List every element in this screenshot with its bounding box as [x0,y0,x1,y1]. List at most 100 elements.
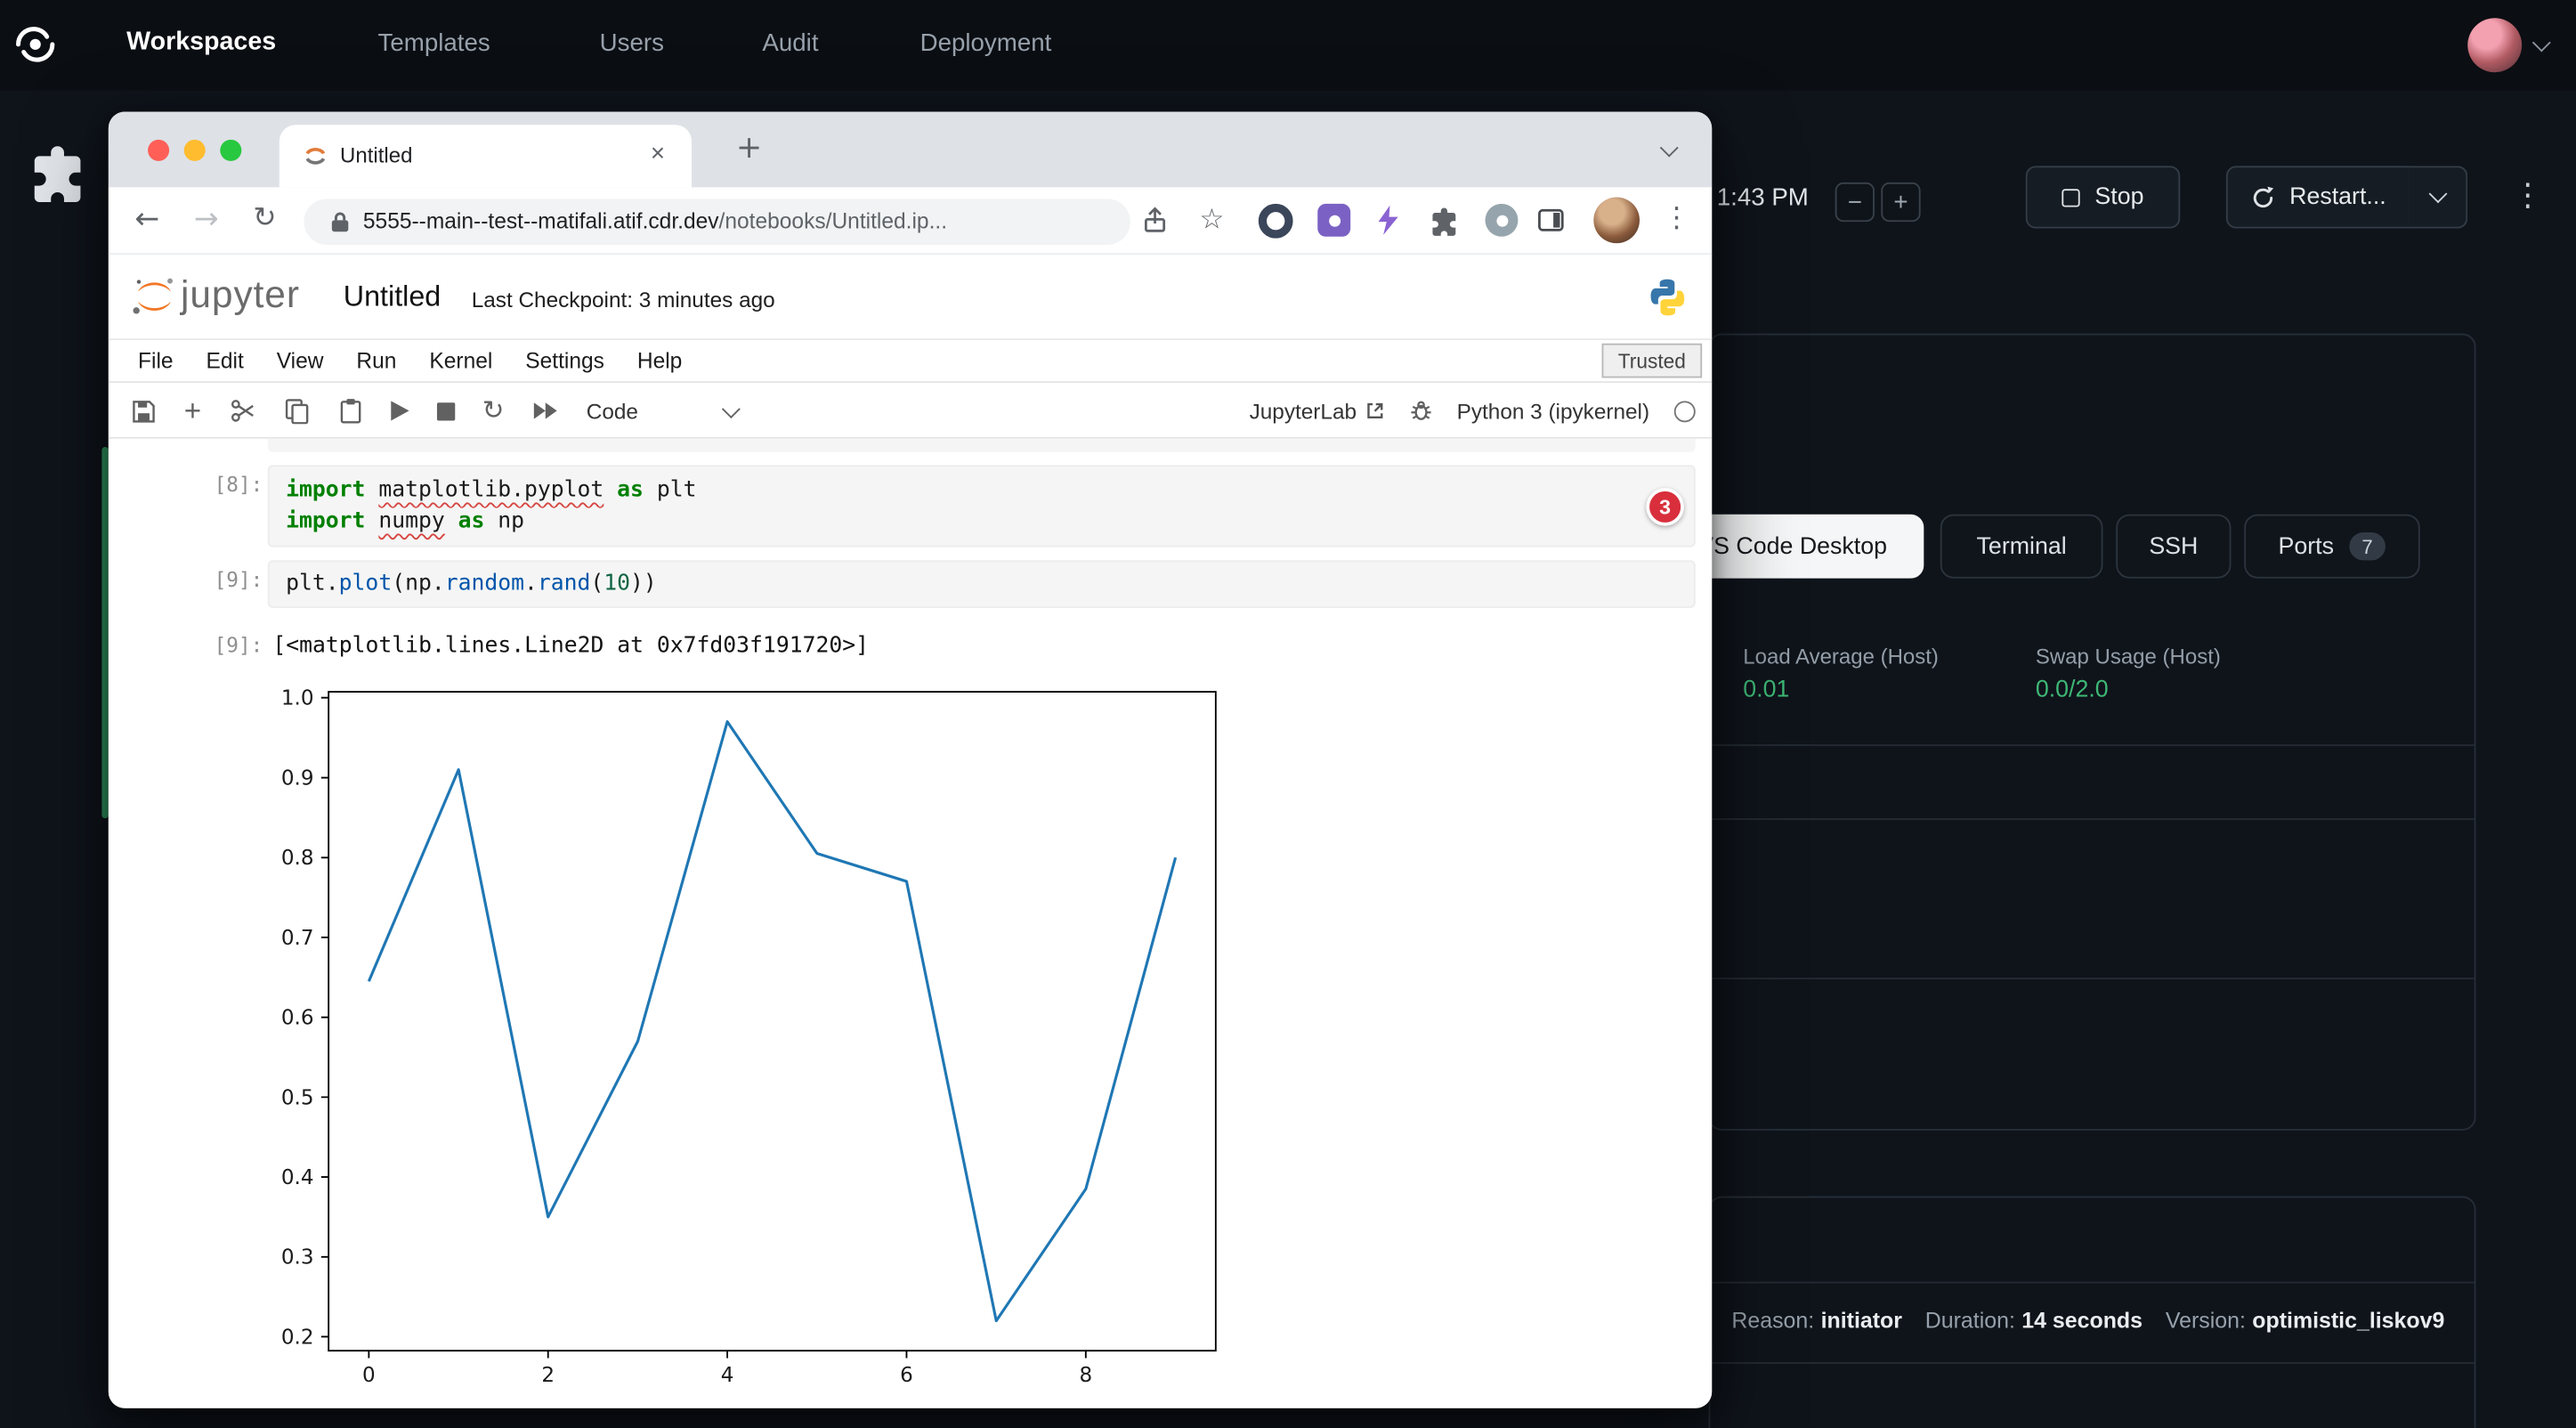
partial-cell-above [268,439,1696,452]
kernel-status-icon[interactable] [1674,400,1696,421]
minimize-window-button[interactable] [184,140,206,161]
debugger-icon[interactable] [1409,400,1432,423]
workspace-panel: VS Code Desktop Terminal SSH Ports 7 Loa… [1709,334,2476,1131]
tab-search-chevron-icon[interactable] [1660,139,1679,158]
cell-type-value: Code [587,399,638,424]
puzzle-app-icon[interactable] [29,144,85,212]
cell-type-select[interactable]: Code [587,399,738,424]
menu-view[interactable]: View [277,348,324,373]
new-tab-icon[interactable]: + [736,130,762,166]
ports-count-badge: 7 [2349,532,2386,560]
jupyter-logo [132,274,178,319]
extension-icon[interactable] [1486,204,1519,237]
coder-top-nav: Workspaces Templates Users Audit Deploym… [0,0,2576,91]
stop-label: Stop [2094,184,2143,211]
browser-address-bar: ← → ↻ 5555--main--test--matifali.atif.cd… [109,187,1712,255]
restart-options-button[interactable] [2409,166,2467,228]
terminal-label: Terminal [1977,533,2067,560]
extension-glyph [1328,215,1340,226]
nav-item-users[interactable]: Users [600,29,664,57]
swap-usage-label: Swap Usage (Host) [2036,645,2221,669]
clock-text: 1:43 PM [1717,184,1809,212]
insert-cell-button[interactable]: + [184,394,201,428]
stop-workspace-button[interactable]: Stop [2026,166,2180,228]
open-in-jupyterlab-link[interactable]: JupyterLab [1250,399,1385,424]
swap-usage-value: 0.0/2.0 [2036,677,2109,703]
ports-button[interactable]: Ports 7 [2244,515,2419,579]
svg-text:0.4: 0.4 [281,1166,314,1189]
save-button[interactable] [132,399,157,424]
user-menu-chevron-icon[interactable] [2532,34,2551,53]
panel-divider [1710,1282,2474,1284]
svg-text:0.5: 0.5 [281,1086,314,1109]
password-manager-extension-icon[interactable] [1259,204,1293,239]
build-meta-row[interactable]: Reason:initiatorDuration:14 secondsVersi… [1731,1308,2467,1333]
sidebar-toggle-icon[interactable] [1538,208,1565,231]
build-duration-label: Duration: [1925,1308,2015,1333]
kernel-name[interactable]: Python 3 (ipykernel) [1457,399,1649,424]
panel-divider [1710,744,2474,746]
nav-item-audit[interactable]: Audit [762,29,818,57]
cut-cell-button[interactable] [230,398,256,425]
extension-icon[interactable] [1317,204,1350,237]
menu-help[interactable]: Help [637,348,682,373]
checkpoint-text: Last Checkpoint: 3 minutes ago [472,288,775,312]
browser-profile-avatar[interactable] [1593,197,1640,243]
notebook-title[interactable]: Untitled [344,280,441,314]
jupyter-toolbar: + ↻ Code [109,383,1712,439]
code-cell-imports[interactable]: import matplotlib.pyplot as pltimport nu… [268,465,1696,547]
menu-run[interactable]: Run [356,348,396,373]
workspace-more-menu[interactable]: ⋮ [2512,181,2543,212]
back-icon[interactable]: ← [134,202,159,237]
reload-icon[interactable]: ↻ [253,202,276,235]
menu-file[interactable]: File [138,348,174,373]
svg-text:0.6: 0.6 [281,1007,314,1030]
svg-text:6: 6 [900,1364,913,1387]
copy-cell-button[interactable] [283,398,310,425]
extension-glyph [1496,215,1508,226]
bookmark-star-icon[interactable]: ☆ [1199,204,1224,237]
forward-icon[interactable]: → [194,202,219,237]
restart-workspace-button[interactable]: Restart... [2226,166,2410,228]
restart-run-all-button[interactable] [532,401,559,420]
nav-item-workspaces[interactable]: Workspaces [126,28,276,57]
build-reason-label: Reason: [1731,1308,1814,1333]
lightning-extension-icon[interactable] [1377,206,1400,235]
menu-kernel[interactable]: Kernel [429,348,492,373]
menu-settings[interactable]: Settings [525,348,604,373]
code-cell-plot[interactable]: plt.plot(np.random.rand(10)) [268,560,1696,608]
jupyter-wordmark: jupyter [181,272,300,317]
collaborator-badge[interactable]: 3 [1646,488,1683,525]
browser-window: Untitled × + ← → ↻ 5555--main--test--mat… [109,112,1712,1408]
paste-cell-button[interactable] [337,398,362,425]
trusted-button[interactable]: Trusted [1602,344,1703,378]
nav-item-templates[interactable]: Templates [378,29,490,57]
url-bar[interactable]: 5555--main--test--matifali.atif.cdr.dev/… [304,198,1130,244]
ssh-button[interactable]: SSH [2116,515,2231,579]
terminal-button[interactable]: Terminal [1940,515,2103,579]
matplotlib-figure-svg: 024680.20.30.40.50.60.70.80.91.0 [239,680,1291,1408]
panel-divider [1710,1362,2474,1364]
maximize-window-button[interactable] [220,140,241,161]
share-icon[interactable] [1144,207,1167,234]
user-avatar[interactable] [2467,18,2522,72]
nav-item-deployment[interactable]: Deployment [920,29,1052,57]
load-average-value: 0.01 [1743,677,1789,703]
build-version-value: optimistic_liskov9 [2252,1308,2444,1333]
interrupt-kernel-button[interactable] [436,402,454,419]
build-version-label: Version: [2166,1308,2246,1333]
zoom-in-button[interactable]: + [1881,183,1920,222]
browser-tab[interactable]: Untitled × [279,125,692,187]
restart-icon [2250,185,2275,210]
coder-logo-icon[interactable] [13,23,58,74]
jupyter-favicon [303,143,329,170]
tab-close-icon[interactable]: × [651,140,665,167]
menu-edit[interactable]: Edit [207,348,244,373]
restart-kernel-button[interactable]: ↻ [482,394,505,427]
svg-text:0: 0 [362,1364,376,1387]
run-cell-button[interactable] [390,401,408,420]
extensions-puzzle-icon[interactable] [1430,207,1459,237]
zoom-out-button[interactable]: − [1835,183,1875,222]
close-window-button[interactable] [148,140,169,161]
browser-menu-icon[interactable]: ⋮ [1663,202,1690,235]
